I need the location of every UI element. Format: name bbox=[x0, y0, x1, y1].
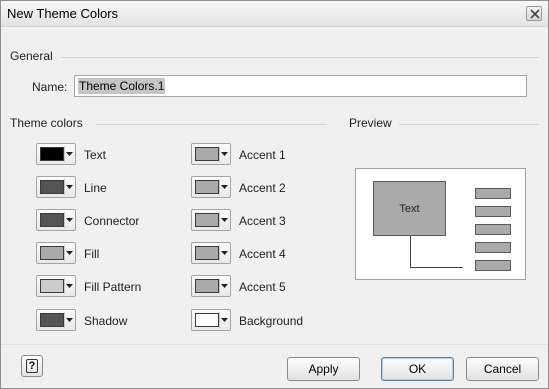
chevron-down-icon bbox=[66, 318, 73, 322]
footer-divider bbox=[1, 344, 548, 345]
background-color-picker[interactable] bbox=[191, 309, 231, 331]
text-color-picker[interactable] bbox=[36, 143, 76, 165]
preview-accent-bar bbox=[475, 242, 511, 253]
theme-colors-divider bbox=[96, 124, 327, 125]
accent-4-color-label: Accent 4 bbox=[239, 247, 286, 261]
accent-5-color-swatch bbox=[195, 279, 219, 293]
accent-4-color-swatch bbox=[195, 246, 219, 260]
chevron-down-icon bbox=[221, 251, 228, 255]
accent-1-color-swatch bbox=[195, 147, 219, 161]
close-button[interactable] bbox=[526, 6, 542, 21]
preview-accent-bar bbox=[475, 206, 511, 217]
help-icon: ? bbox=[26, 359, 38, 373]
accent-2-color-picker[interactable] bbox=[191, 176, 231, 198]
picker-separator bbox=[219, 179, 220, 195]
line-color-label: Line bbox=[84, 181, 107, 195]
chevron-down-icon bbox=[66, 284, 73, 288]
preview-accent-bar bbox=[475, 188, 511, 199]
picker-separator bbox=[64, 146, 65, 162]
chevron-down-icon bbox=[221, 318, 228, 322]
name-value: Theme Colors.1 bbox=[78, 78, 166, 94]
preview-group-label: Preview bbox=[349, 116, 392, 130]
theme-colors-group-label: Theme colors bbox=[10, 116, 83, 130]
text-color-swatch bbox=[40, 147, 64, 161]
help-button[interactable]: ? bbox=[21, 355, 43, 377]
chevron-down-icon bbox=[66, 251, 73, 255]
picker-separator bbox=[219, 245, 220, 261]
accent-2-color-label: Accent 2 bbox=[239, 181, 286, 195]
text-color-label: Text bbox=[84, 148, 107, 162]
fill-pattern-color-label: Fill Pattern bbox=[84, 280, 142, 294]
line-color-picker[interactable] bbox=[36, 176, 76, 198]
preview-shape-text: Text bbox=[399, 203, 420, 215]
shadow-color-picker[interactable] bbox=[36, 309, 76, 331]
preview-divider bbox=[399, 124, 539, 125]
dialog-title: New Theme Colors bbox=[7, 6, 119, 21]
chevron-down-icon bbox=[66, 218, 73, 222]
fill-color-label: Fill bbox=[84, 247, 100, 261]
picker-separator bbox=[219, 146, 220, 162]
accent-4-color-picker[interactable] bbox=[191, 242, 231, 264]
shadow-color-label: Shadow bbox=[84, 314, 128, 328]
fill-pattern-color-picker[interactable] bbox=[36, 275, 76, 297]
picker-separator bbox=[64, 278, 65, 294]
name-label: Name: bbox=[32, 80, 68, 94]
preview-connector-vertical bbox=[410, 236, 411, 268]
connector-color-swatch bbox=[40, 213, 64, 227]
chevron-down-icon bbox=[221, 185, 228, 189]
line-color-swatch bbox=[40, 180, 64, 194]
background-color-label: Background bbox=[239, 314, 304, 328]
fill-pattern-color-swatch bbox=[40, 279, 64, 293]
chevron-down-icon bbox=[66, 185, 73, 189]
picker-separator bbox=[64, 179, 65, 195]
name-input[interactable]: Theme Colors.1 bbox=[74, 75, 527, 97]
general-divider bbox=[61, 57, 539, 58]
ok-button[interactable]: OK bbox=[381, 357, 454, 381]
accent-5-color-picker[interactable] bbox=[191, 275, 231, 297]
accent-1-color-label: Accent 1 bbox=[239, 148, 286, 162]
chevron-down-icon bbox=[221, 218, 228, 222]
fill-color-picker[interactable] bbox=[36, 242, 76, 264]
picker-separator bbox=[219, 312, 220, 328]
chevron-down-icon bbox=[221, 152, 228, 156]
new-theme-colors-dialog: New Theme Colors General Name: Theme Col… bbox=[0, 0, 549, 389]
preview-shape: Text bbox=[373, 181, 446, 236]
picker-separator bbox=[219, 212, 220, 228]
title-bar: New Theme Colors bbox=[1, 1, 548, 27]
chevron-down-icon bbox=[66, 152, 73, 156]
preview-accent-bar bbox=[475, 224, 511, 235]
apply-button[interactable]: Apply bbox=[287, 357, 360, 381]
fill-color-swatch bbox=[40, 246, 64, 260]
preview-connector-horizontal bbox=[410, 267, 463, 268]
accent-3-color-swatch bbox=[195, 213, 219, 227]
picker-separator bbox=[219, 278, 220, 294]
chevron-down-icon bbox=[221, 284, 228, 288]
cancel-button[interactable]: Cancel bbox=[466, 357, 539, 381]
background-color-swatch bbox=[195, 313, 219, 327]
picker-separator bbox=[64, 212, 65, 228]
shadow-color-swatch bbox=[40, 313, 64, 327]
preview-panel: Text bbox=[355, 168, 526, 280]
preview-accent-bar bbox=[475, 260, 511, 271]
close-icon bbox=[530, 9, 540, 19]
accent-3-color-picker[interactable] bbox=[191, 209, 231, 231]
picker-separator bbox=[64, 312, 65, 328]
accent-5-color-label: Accent 5 bbox=[239, 280, 286, 294]
accent-2-color-swatch bbox=[195, 180, 219, 194]
connector-color-label: Connector bbox=[84, 214, 140, 228]
accent-3-color-label: Accent 3 bbox=[239, 214, 286, 228]
picker-separator bbox=[64, 245, 65, 261]
general-group-label: General bbox=[10, 49, 53, 63]
connector-color-picker[interactable] bbox=[36, 209, 76, 231]
accent-1-color-picker[interactable] bbox=[191, 143, 231, 165]
